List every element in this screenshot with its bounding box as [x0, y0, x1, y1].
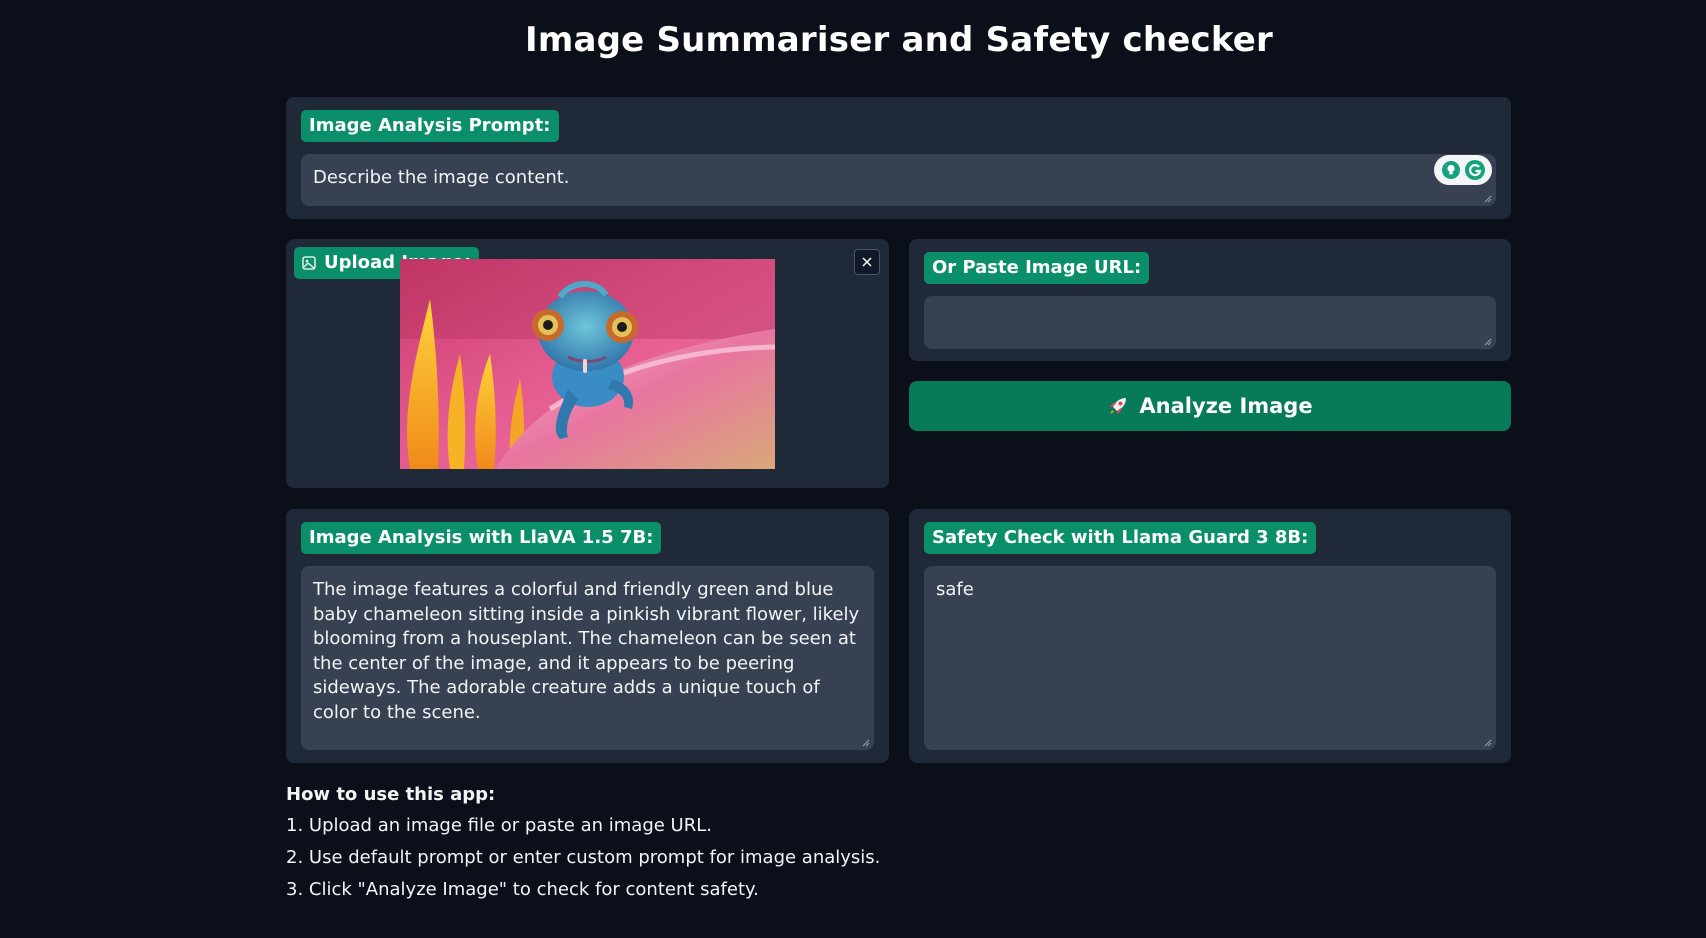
prompt-textarea[interactable]: Describe the image content. — [301, 154, 1496, 206]
how-to-step: 2. Use default prompt or enter custom pr… — [286, 847, 881, 868]
prompt-text: Describe the image content. — [313, 167, 570, 188]
clear-image-button[interactable] — [854, 249, 880, 275]
safety-label: Safety Check with Llama Guard 3 8B: — [924, 522, 1317, 554]
analysis-output[interactable]: The image features a colorful and friend… — [301, 566, 874, 750]
upload-panel[interactable]: Upload Image: — [286, 239, 889, 488]
url-input[interactable] — [924, 296, 1496, 349]
how-to-step: 1. Upload an image file or paste an imag… — [286, 815, 712, 836]
how-to-section: How to use this app: 1. Upload an image … — [286, 784, 880, 911]
safety-output[interactable]: safe — [924, 566, 1496, 750]
how-to-heading: How to use this app: — [286, 784, 496, 805]
safety-text: safe — [936, 579, 974, 600]
url-panel: Or Paste Image URL: — [909, 239, 1511, 361]
page-title: Image Summariser and Safety checker — [524, 20, 1274, 60]
grammarly-widget[interactable] — [1434, 155, 1492, 185]
analysis-panel: Image Analysis with LlaVA 1.5 7B: The im… — [286, 509, 889, 763]
safety-panel: Safety Check with Llama Guard 3 8B: safe — [909, 509, 1511, 763]
how-to-step: 3. Click "Analyze Image" to check for co… — [286, 879, 759, 900]
resize-handle[interactable] — [862, 739, 870, 747]
uploaded-image-preview — [400, 259, 775, 469]
close-icon — [862, 257, 872, 267]
rocket-icon — [1110, 398, 1127, 414]
lightbulb-icon — [1441, 161, 1460, 179]
analysis-text: The image features a colorful and friend… — [313, 579, 860, 723]
resize-handle[interactable] — [1484, 739, 1492, 747]
prompt-panel: Image Analysis Prompt: Describe the imag… — [286, 97, 1511, 219]
url-label: Or Paste Image URL: — [924, 252, 1150, 284]
analysis-label: Image Analysis with LlaVA 1.5 7B: — [301, 522, 662, 554]
prompt-label: Image Analysis Prompt: — [301, 110, 559, 142]
analyze-image-button[interactable]: Analyze Image — [909, 381, 1511, 431]
image-icon — [302, 256, 316, 270]
grammarly-icon — [1464, 160, 1485, 180]
resize-handle[interactable] — [1484, 195, 1492, 203]
analyze-button-label: Analyze Image — [1139, 394, 1313, 418]
resize-handle[interactable] — [1484, 338, 1492, 346]
